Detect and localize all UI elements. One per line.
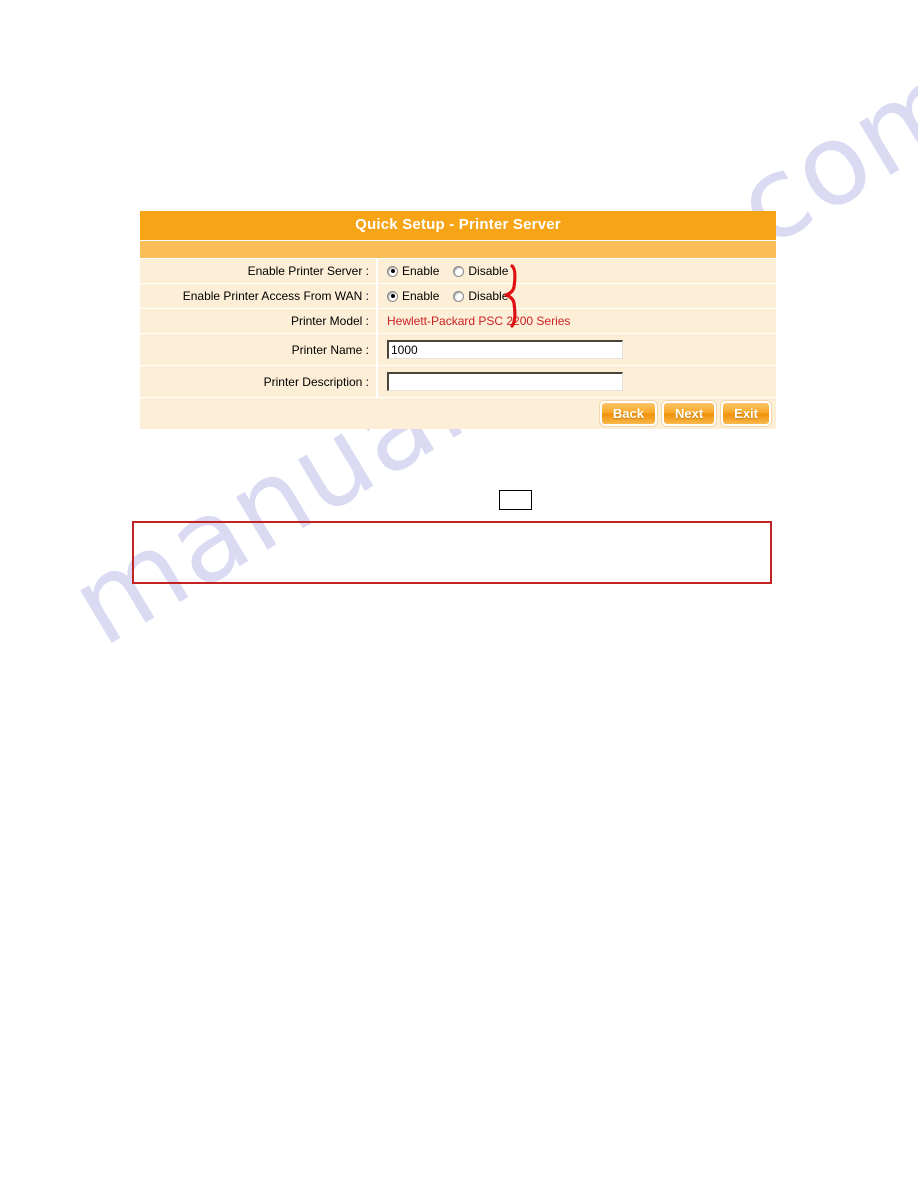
row-printer-name: Printer Name : <box>140 334 776 365</box>
radio-icon-wan-disable[interactable] <box>453 290 465 302</box>
red-callout-box <box>132 521 772 584</box>
next-button[interactable]: Next <box>661 401 717 426</box>
radio-label-wan-enable: Enable <box>402 289 440 303</box>
radio-icon-printer-server-disable[interactable] <box>453 265 465 277</box>
radio-label-printer-server-disable: Disable <box>468 264 509 278</box>
row-printer-model: Printer Model : Hewlett-Packard PSC 2200… <box>140 309 776 333</box>
row-enable-printer-server: Enable Printer Server : Enable Disable <box>140 259 776 283</box>
small-annotation-box <box>499 490 532 510</box>
radio-group-enable-printer-access-wan: Enable Disable <box>387 289 508 303</box>
printer-name-input[interactable] <box>387 340 623 359</box>
radio-group-enable-printer-server: Enable Disable <box>387 264 508 278</box>
page-watermark: manualshive.com <box>0 0 918 1188</box>
radio-option-printer-server-enable[interactable]: Enable <box>387 264 439 278</box>
value-printer-model: Hewlett-Packard PSC 2200 Series <box>376 309 776 333</box>
radio-label-printer-server-enable: Enable <box>402 264 440 278</box>
page-title: Quick Setup - Printer Server <box>140 211 776 240</box>
label-enable-printer-access-wan: Enable Printer Access From WAN : <box>182 289 369 303</box>
printer-description-input[interactable] <box>387 372 623 391</box>
value-printer-name <box>376 334 776 365</box>
label-printer-name: Printer Name : <box>291 342 369 357</box>
row-printer-description: Printer Description : <box>140 366 776 397</box>
radio-label-wan-disable: Disable <box>468 289 509 303</box>
label-enable-printer-server: Enable Printer Server : <box>247 264 369 278</box>
radio-option-printer-server-disable[interactable]: Disable <box>453 264 508 278</box>
panel-subheader-bar <box>140 241 776 258</box>
printer-server-panel: Quick Setup - Printer Server Enable Prin… <box>140 211 776 429</box>
radio-icon-printer-server-enable[interactable] <box>387 265 398 277</box>
value-enable-printer-access-wan: Enable Disable <box>376 284 776 308</box>
value-printer-description <box>376 366 776 397</box>
radio-option-wan-disable[interactable]: Disable <box>453 289 508 303</box>
printer-model-value: Hewlett-Packard PSC 2200 Series <box>387 314 571 328</box>
radio-option-wan-enable[interactable]: Enable <box>387 289 439 303</box>
row-enable-printer-access-wan: Enable Printer Access From WAN : Enable … <box>140 284 776 308</box>
exit-button[interactable]: Exit <box>721 401 771 426</box>
label-printer-model: Printer Model : <box>290 314 369 328</box>
panel-footer: Back Next Exit <box>140 398 776 429</box>
radio-icon-wan-enable[interactable] <box>387 290 398 302</box>
value-enable-printer-server: Enable Disable <box>376 259 776 283</box>
back-button[interactable]: Back <box>599 401 657 426</box>
label-printer-description: Printer Description : <box>263 374 369 389</box>
